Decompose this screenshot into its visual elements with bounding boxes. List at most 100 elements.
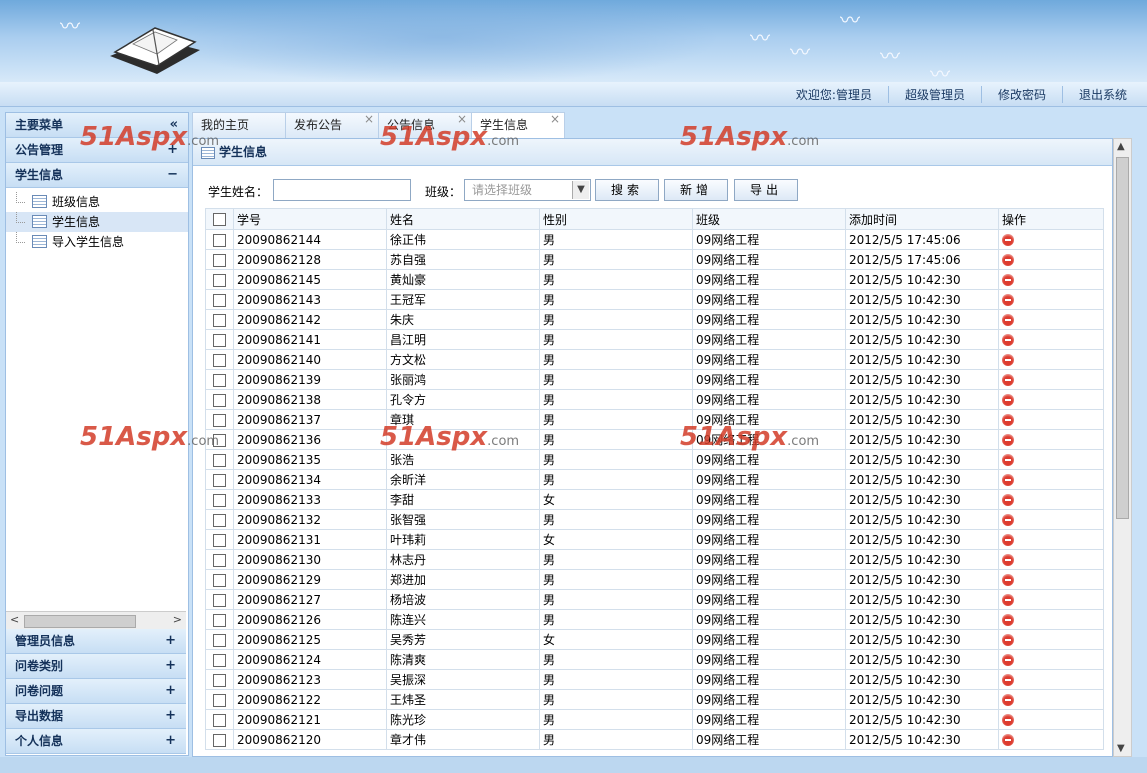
row-checkbox-cell[interactable] <box>205 729 234 750</box>
sidebar-group-survey-question[interactable]: 问卷问题 + <box>6 679 186 704</box>
scrollbar-thumb[interactable] <box>24 615 136 628</box>
delete-icon[interactable] <box>1002 354 1014 366</box>
delete-icon[interactable] <box>1002 394 1014 406</box>
row-checkbox[interactable] <box>213 513 226 527</box>
chevron-down-icon[interactable]: ▼ <box>572 181 589 199</box>
row-checkbox-cell[interactable] <box>205 609 234 630</box>
row-checkbox[interactable] <box>213 493 226 507</box>
row-checkbox-cell[interactable] <box>205 449 234 470</box>
delete-icon[interactable] <box>1002 274 1014 286</box>
row-checkbox[interactable] <box>213 573 226 587</box>
row-checkbox[interactable] <box>213 393 226 407</box>
collapse-icon[interactable]: − <box>167 163 178 187</box>
change-password-link[interactable]: 修改密码 <box>982 86 1063 103</box>
delete-icon[interactable] <box>1002 494 1014 506</box>
scroll-up-icon[interactable]: ▲ <box>1117 141 1125 152</box>
delete-icon[interactable] <box>1002 554 1014 566</box>
main-vertical-scrollbar[interactable]: ▲ ▼ <box>1113 138 1132 757</box>
scrollbar-thumb[interactable] <box>1116 157 1129 519</box>
class-select[interactable]: 请选择班级 ▼ <box>464 179 591 201</box>
student-name-input[interactable] <box>273 179 411 201</box>
column-header[interactable]: 添加时间 <box>845 208 999 230</box>
row-checkbox[interactable] <box>213 413 226 427</box>
row-checkbox[interactable] <box>213 733 226 747</box>
row-checkbox-cell[interactable] <box>205 489 234 510</box>
row-checkbox[interactable] <box>213 253 226 267</box>
tree-item-class-info[interactable]: 班级信息 <box>6 192 188 212</box>
row-checkbox-cell[interactable] <box>205 229 234 250</box>
row-checkbox[interactable] <box>213 693 226 707</box>
logout-link[interactable]: 退出系统 <box>1063 86 1127 103</box>
row-checkbox[interactable] <box>213 533 226 547</box>
row-checkbox[interactable] <box>213 633 226 647</box>
row-checkbox-cell[interactable] <box>205 269 234 290</box>
expand-icon[interactable]: + <box>165 679 176 703</box>
column-header[interactable]: 姓名 <box>386 208 540 230</box>
row-checkbox[interactable] <box>213 373 226 387</box>
row-checkbox-cell[interactable] <box>205 669 234 690</box>
collapse-sidebar-icon[interactable]: « <box>170 113 178 137</box>
scroll-down-icon[interactable]: ▼ <box>1117 743 1125 754</box>
row-checkbox-cell[interactable] <box>205 389 234 410</box>
row-checkbox[interactable] <box>213 273 226 287</box>
row-checkbox-cell[interactable] <box>205 549 234 570</box>
row-checkbox-cell[interactable] <box>205 349 234 370</box>
close-icon[interactable]: × <box>550 107 560 132</box>
sidebar-group-student[interactable]: 学生信息 − <box>6 163 188 188</box>
delete-icon[interactable] <box>1002 574 1014 586</box>
scroll-left-icon[interactable]: < <box>10 613 19 626</box>
delete-icon[interactable] <box>1002 714 1014 726</box>
add-button[interactable]: 新增 <box>664 179 728 201</box>
row-checkbox[interactable] <box>213 713 226 727</box>
scroll-right-icon[interactable]: > <box>173 613 182 626</box>
row-checkbox[interactable] <box>213 233 226 247</box>
expand-icon[interactable]: + <box>165 704 176 728</box>
row-checkbox-cell[interactable] <box>205 589 234 610</box>
sidebar-group-announcement[interactable]: 公告管理 + <box>6 138 188 163</box>
delete-icon[interactable] <box>1002 414 1014 426</box>
tab-student-info[interactable]: 学生信息 × <box>471 112 565 138</box>
tree-item-import-students[interactable]: 导入学生信息 <box>6 232 188 252</box>
row-checkbox-cell[interactable] <box>205 709 234 730</box>
close-icon[interactable]: × <box>364 107 374 132</box>
row-checkbox-cell[interactable] <box>205 329 234 350</box>
tab-announcement-info[interactable]: 公告信息 × <box>378 112 472 138</box>
delete-icon[interactable] <box>1002 694 1014 706</box>
row-checkbox-cell[interactable] <box>205 409 234 430</box>
delete-icon[interactable] <box>1002 374 1014 386</box>
delete-icon[interactable] <box>1002 454 1014 466</box>
row-checkbox-cell[interactable] <box>205 509 234 530</box>
column-header[interactable]: 学号 <box>233 208 387 230</box>
row-checkbox[interactable] <box>213 293 226 307</box>
row-checkbox[interactable] <box>213 553 226 567</box>
delete-icon[interactable] <box>1002 474 1014 486</box>
select-all-checkbox-cell[interactable] <box>205 208 234 230</box>
export-button[interactable]: 导出 <box>734 179 798 201</box>
expand-icon[interactable]: + <box>167 138 178 162</box>
row-checkbox-cell[interactable] <box>205 629 234 650</box>
row-checkbox-cell[interactable] <box>205 249 234 270</box>
row-checkbox[interactable] <box>213 673 226 687</box>
row-checkbox-cell[interactable] <box>205 529 234 550</box>
column-header[interactable]: 性别 <box>539 208 693 230</box>
row-checkbox[interactable] <box>213 473 226 487</box>
search-button[interactable]: 搜索 <box>595 179 659 201</box>
row-checkbox[interactable] <box>213 433 226 447</box>
expand-icon[interactable]: + <box>165 654 176 678</box>
delete-icon[interactable] <box>1002 634 1014 646</box>
row-checkbox[interactable] <box>213 313 226 327</box>
select-all-checkbox[interactable] <box>213 213 226 226</box>
delete-icon[interactable] <box>1002 534 1014 546</box>
row-checkbox[interactable] <box>213 613 226 627</box>
row-checkbox-cell[interactable] <box>205 429 234 450</box>
row-checkbox-cell[interactable] <box>205 569 234 590</box>
sidebar-group-export[interactable]: 导出数据 + <box>6 704 186 729</box>
delete-icon[interactable] <box>1002 334 1014 346</box>
delete-icon[interactable] <box>1002 734 1014 746</box>
row-checkbox-cell[interactable] <box>205 469 234 490</box>
row-checkbox-cell[interactable] <box>205 369 234 390</box>
delete-icon[interactable] <box>1002 234 1014 246</box>
sidebar-horizontal-scrollbar[interactable]: < > <box>6 611 186 629</box>
row-checkbox[interactable] <box>213 333 226 347</box>
row-checkbox-cell[interactable] <box>205 649 234 670</box>
